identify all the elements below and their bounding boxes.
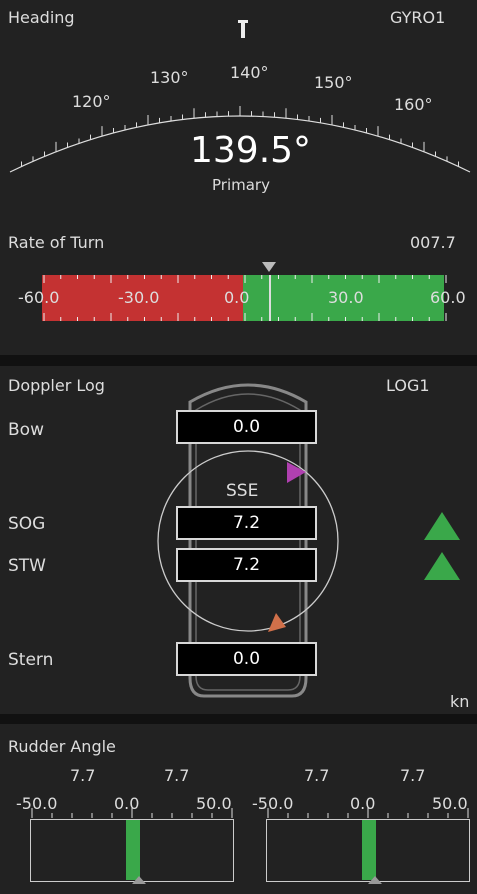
speed-unit: kn <box>450 692 470 711</box>
bow-value: 0.0 <box>176 410 317 444</box>
heading-panel: Heading GYRO1 120° 130° 140° 150° 160° 1… <box>0 0 477 355</box>
heading-tick-label: 130° <box>150 68 189 87</box>
stern-label: Stern <box>8 650 54 670</box>
rot-pointer-icon <box>262 262 276 272</box>
rot-title: Rate of Turn <box>8 233 105 252</box>
stw-marker-icon <box>268 613 286 632</box>
doppler-log-panel: Doppler Log LOG1 Bow 0.0 SSE SOG 7.2 STW… <box>0 366 477 714</box>
sog-value: 7.2 <box>176 506 317 540</box>
stw-value: 7.2 <box>176 548 317 582</box>
heading-pointer-icon <box>238 20 248 38</box>
rot-tick-label: 60.0 <box>430 288 466 307</box>
heading-tick-label: 150° <box>314 73 353 92</box>
heading-value: 139.5° <box>190 130 312 171</box>
trend-up-arrow-icon <box>424 512 460 540</box>
rudder-ticks <box>31 808 469 884</box>
heading-tick-label: 160° <box>394 95 433 114</box>
stern-value: 0.0 <box>176 642 317 676</box>
heading-tick-label: 120° <box>72 92 111 111</box>
rudder-pointer-icon <box>132 876 146 884</box>
heading-mode: Primary <box>212 176 270 194</box>
rot-tick-label: -60.0 <box>18 288 60 307</box>
rot-value: 007.7 <box>410 233 456 252</box>
rudder-pointer-icon <box>368 876 382 884</box>
rudder-panel: Rudder Angle 7.7 7.7 7.7 7.7 -50.0 0.0 5… <box>0 724 477 894</box>
rot-tick-label: 30.0 <box>328 288 364 307</box>
rot-tick-label: 0.0 <box>224 288 250 307</box>
heading-tick-label: 140° <box>230 63 269 82</box>
speed-circle <box>157 450 339 632</box>
trend-up-arrow-icon <box>424 552 460 580</box>
bow-label: Bow <box>8 420 44 440</box>
stw-label: STW <box>8 556 46 576</box>
sog-label: SOG <box>8 514 46 534</box>
direction-label: SSE <box>226 481 259 501</box>
rot-tick-label: -30.0 <box>118 288 160 307</box>
